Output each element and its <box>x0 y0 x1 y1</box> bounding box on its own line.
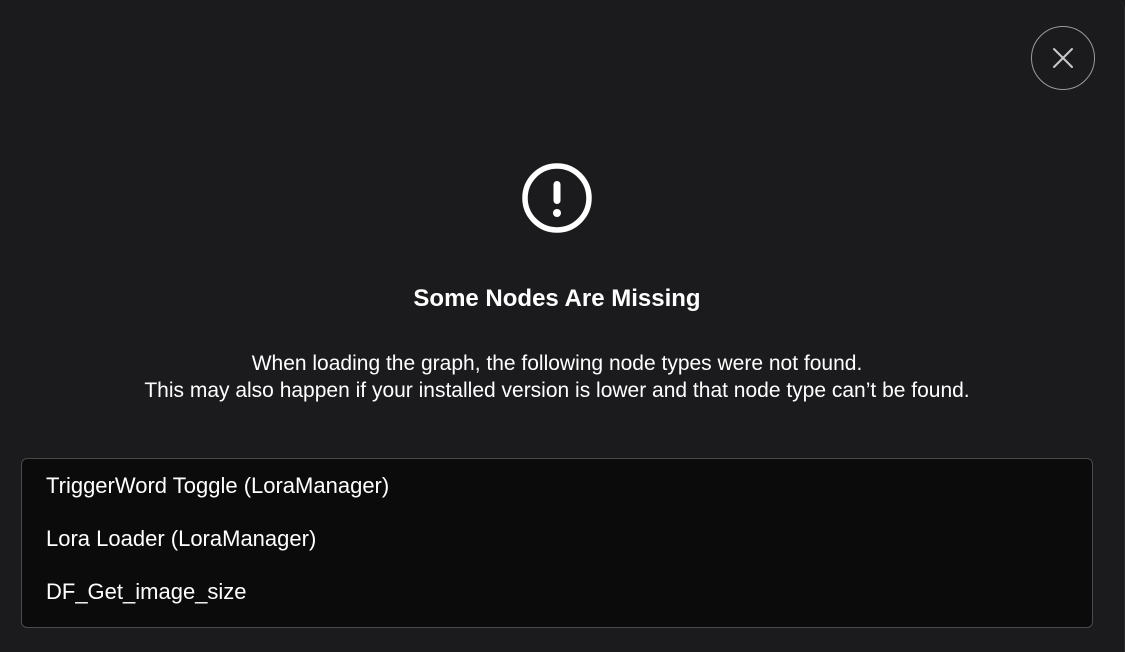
dialog-title: Some Nodes Are Missing <box>413 285 701 312</box>
close-icon <box>1052 47 1074 69</box>
missing-node-list: TriggerWord Toggle (LoraManager) Lora Lo… <box>21 458 1093 628</box>
close-button[interactable] <box>1031 26 1095 90</box>
message-line-2: This may also happen if your installed v… <box>144 379 970 402</box>
dialog-message: When loading the graph, the following no… <box>0 350 1114 404</box>
list-item: DF_Get_image_size <box>46 579 247 604</box>
missing-nodes-dialog: Some Nodes Are Missing When loading the … <box>0 0 1125 652</box>
list-item: Lora Loader (LoraManager) <box>46 526 317 551</box>
alert-circle-icon <box>521 162 593 234</box>
message-line-1: When loading the graph, the following no… <box>251 352 863 375</box>
list-item: TriggerWord Toggle (LoraManager) <box>46 473 390 498</box>
